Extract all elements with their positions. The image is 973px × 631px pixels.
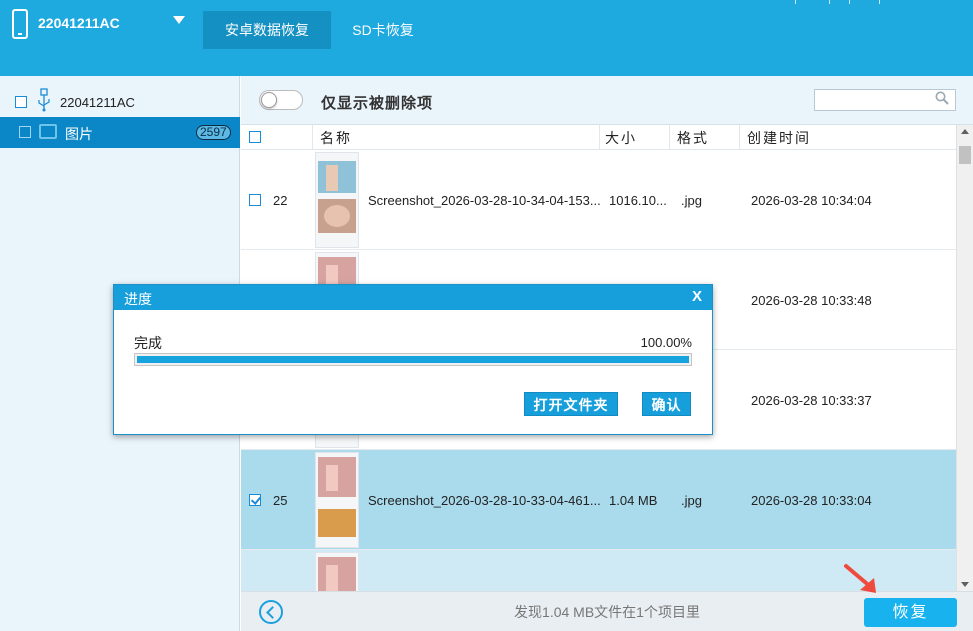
scroll-down-icon[interactable] [961,582,969,587]
picture-icon [39,124,57,139]
thumbnail [315,452,359,548]
deleted-only-label: 仅显示被删除项 [321,95,434,112]
file-name: Screenshot_2026-03-28-10-33-04-461... [368,493,601,508]
tree-item-device[interactable]: 22041211AC [0,88,240,118]
app-header: 22041211AC 安卓数据恢复 SD卡恢复 [0,0,973,76]
column-divider [739,125,740,150]
progress-dialog: 进度 X 完成 100.00% 打开文件夹 确认 [113,284,713,435]
table-header: 名称 大小 格式 创建时间 [241,125,956,150]
column-divider [599,125,600,150]
table-row[interactable]: 25 Screenshot_2026-03-28-10-33-04-461...… [241,450,956,550]
scroll-thumb[interactable] [959,146,971,164]
file-format: .jpg [681,493,702,508]
column-header-created[interactable]: 创建时间 [747,128,811,148]
toolbar: 仅显示被删除项 [241,76,973,125]
select-all-checkbox[interactable] [249,131,261,143]
progress-bar [134,353,692,366]
dialog-title: 进度 [124,291,152,307]
file-format: .jpg [681,193,702,208]
column-divider [312,125,313,150]
footer-bar: 发现1.04 MB文件在1个项目里 恢复 [241,591,973,631]
file-time: 2026-03-28 10:33:37 [751,393,872,408]
tab-sd-recovery[interactable]: SD卡恢复 [338,11,428,49]
thumbnail [315,152,359,248]
thumbnail [315,552,359,591]
vertical-scrollbar[interactable] [956,125,973,591]
device-name: 22041211AC [38,15,120,31]
file-time: 2026-03-28 10:33:48 [751,293,872,308]
column-divider [669,125,670,150]
row-checkbox[interactable] [249,494,261,506]
close-icon[interactable]: X [692,288,702,305]
open-folder-button[interactable]: 打开文件夹 [524,392,618,416]
file-size: 1016.10... [609,193,667,208]
progress-percent: 100.00% [640,335,692,350]
row-number: 25 [273,493,288,508]
window-controls [793,0,973,4]
row-checkbox[interactable] [249,194,261,206]
device-label: 22041211AC [60,95,135,110]
file-name: Screenshot_2026-03-28-10-34-04-153... [368,193,601,208]
sidebar-item-pictures[interactable]: 图片 2597 [0,117,240,148]
usb-icon [38,88,50,112]
row-number: 22 [273,193,288,208]
confirm-button[interactable]: 确认 [642,392,691,416]
table-row[interactable]: 22 Screenshot_2026-03-28-10-34-04-153...… [241,150,956,250]
pictures-checkbox[interactable] [19,126,31,138]
progress-status: 完成 [134,335,162,351]
progress-fill [137,356,689,363]
file-time: 2026-03-28 10:34:04 [751,193,872,208]
count-badge: 2597 [196,125,231,140]
tab-android-recovery[interactable]: 安卓数据恢复 [203,11,331,49]
search-icon[interactable] [935,91,949,105]
phone-icon [12,9,28,39]
dialog-title-bar: 进度 X [114,285,712,310]
recover-button[interactable]: 恢复 [864,598,957,627]
column-header-format[interactable]: 格式 [677,128,709,148]
device-checkbox[interactable] [15,96,27,108]
toggle-knob [261,92,277,108]
scroll-up-icon[interactable] [961,129,969,134]
pointer-arrow-icon [844,564,876,593]
column-header-size[interactable]: 大小 [605,128,637,148]
file-size: 1.04 MB [609,493,658,508]
device-dropdown-icon[interactable] [173,16,185,24]
deleted-only-toggle[interactable] [259,90,303,110]
column-header-name[interactable]: 名称 [320,128,352,148]
file-time: 2026-03-28 10:33:04 [751,493,872,508]
sidebar-item-label: 图片 [65,126,93,142]
